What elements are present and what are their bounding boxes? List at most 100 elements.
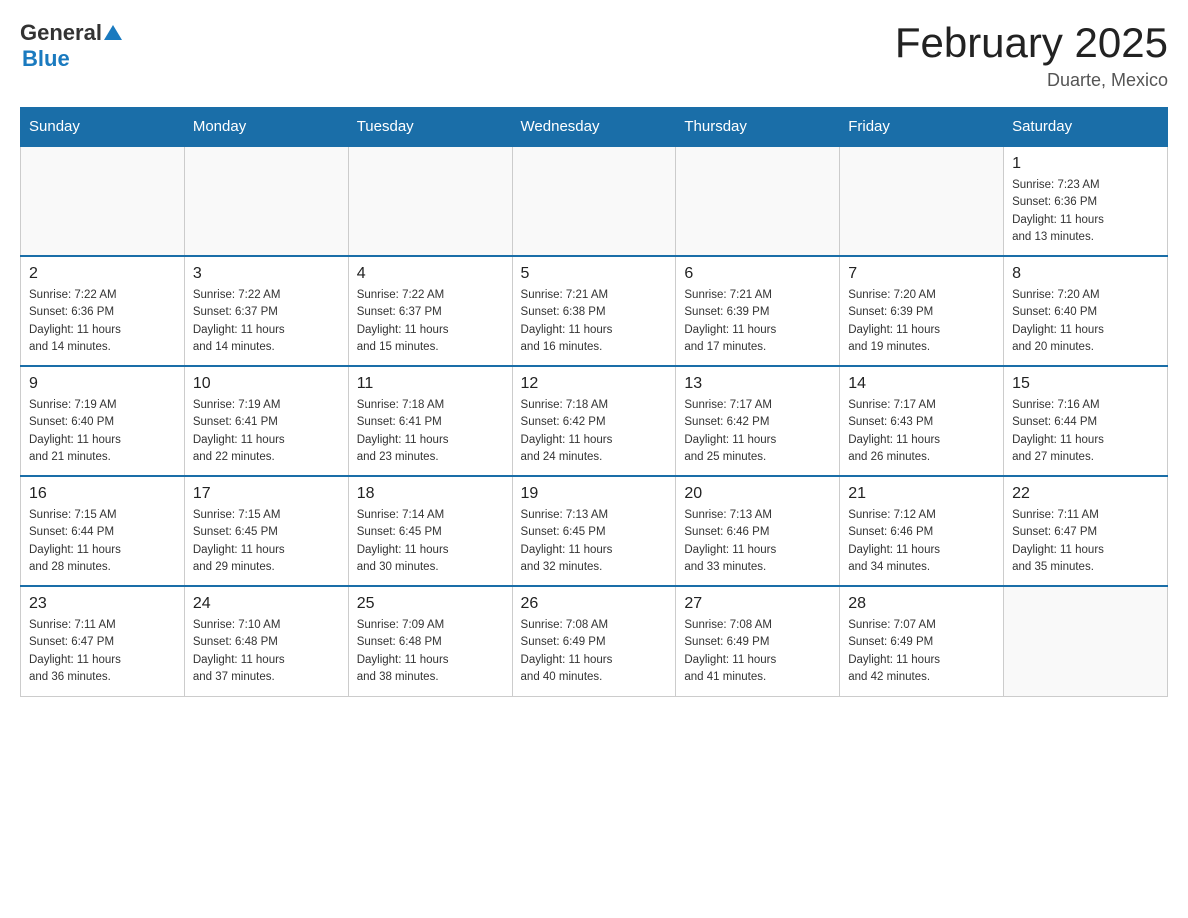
month-title: February 2025: [895, 20, 1168, 66]
calendar-cell: 8 Sunrise: 7:20 AM Sunset: 6:40 PM Daylig…: [1004, 256, 1168, 366]
day-number: 15: [1012, 375, 1159, 393]
day-number: 12: [521, 375, 668, 393]
day-number: 10: [193, 375, 340, 393]
day-number: 5: [521, 265, 668, 283]
day-info: Sunrise: 7:19 AM Sunset: 6:41 PM Dayligh…: [193, 397, 340, 466]
days-header-row: SundayMondayTuesdayWednesdayThursdayFrid…: [21, 108, 1168, 147]
day-number: 21: [848, 485, 995, 503]
week-row-5: 23Sunrise: 7:11 AM Sunset: 6:47 PM Dayli…: [21, 586, 1168, 696]
calendar-cell: [348, 146, 512, 256]
logo-blue-text: Blue: [22, 46, 70, 72]
day-number: 13: [684, 375, 831, 393]
day-info: Sunrise: 7:08 AM Sunset: 6:49 PM Dayligh…: [521, 617, 668, 686]
calendar-cell: 22Sunrise: 7:11 AM Sunset: 6:47 PM Dayli…: [1004, 476, 1168, 586]
calendar-cell: 9 Sunrise: 7:19 AM Sunset: 6:40 PM Daylig…: [21, 366, 185, 476]
day-info: Sunrise: 7:22 AM Sunset: 6:37 PM Dayligh…: [193, 287, 340, 356]
day-info: Sunrise: 7:13 AM Sunset: 6:46 PM Dayligh…: [684, 507, 831, 576]
calendar-cell: 26 Sunrise: 7:08 AM Sunset: 6:49 PM Dayli…: [512, 586, 676, 696]
calendar-cell: 4Sunrise: 7:22 AM Sunset: 6:37 PM Daylig…: [348, 256, 512, 366]
calendar-cell: 6Sunrise: 7:21 AM Sunset: 6:39 PM Daylig…: [676, 256, 840, 366]
calendar-cell: 1Sunrise: 7:23 AM Sunset: 6:36 PM Daylig…: [1004, 146, 1168, 256]
day-header-tuesday: Tuesday: [348, 108, 512, 147]
day-header-friday: Friday: [840, 108, 1004, 147]
title-section: February 2025 Duarte, Mexico: [895, 20, 1168, 91]
calendar-cell: 7Sunrise: 7:20 AM Sunset: 6:39 PM Daylig…: [840, 256, 1004, 366]
day-info: Sunrise: 7:15 AM Sunset: 6:44 PM Dayligh…: [29, 507, 176, 576]
day-info: Sunrise: 7:11 AM Sunset: 6:47 PM Dayligh…: [1012, 507, 1159, 576]
calendar-cell: [676, 146, 840, 256]
calendar-cell: 21Sunrise: 7:12 AM Sunset: 6:46 PM Dayli…: [840, 476, 1004, 586]
day-number: 3: [193, 265, 340, 283]
day-info: Sunrise: 7:22 AM Sunset: 6:36 PM Dayligh…: [29, 287, 176, 356]
calendar-table: SundayMondayTuesdayWednesdayThursdayFrid…: [20, 107, 1168, 697]
day-info: Sunrise: 7:16 AM Sunset: 6:44 PM Dayligh…: [1012, 397, 1159, 466]
calendar-cell: 17Sunrise: 7:15 AM Sunset: 6:45 PM Dayli…: [184, 476, 348, 586]
day-header-saturday: Saturday: [1004, 108, 1168, 147]
day-info: Sunrise: 7:11 AM Sunset: 6:47 PM Dayligh…: [29, 617, 176, 686]
day-number: 14: [848, 375, 995, 393]
calendar-cell: 28 Sunrise: 7:07 AM Sunset: 6:49 PM Dayli…: [840, 586, 1004, 696]
week-row-2: 2 Sunrise: 7:22 AM Sunset: 6:36 PM Daylig…: [21, 256, 1168, 366]
calendar-cell: 20 Sunrise: 7:13 AM Sunset: 6:46 PM Dayli…: [676, 476, 840, 586]
calendar-cell: 27 Sunrise: 7:08 AM Sunset: 6:49 PM Dayli…: [676, 586, 840, 696]
day-info: Sunrise: 7:19 AM Sunset: 6:40 PM Dayligh…: [29, 397, 176, 466]
day-header-monday: Monday: [184, 108, 348, 147]
day-info: Sunrise: 7:10 AM Sunset: 6:48 PM Dayligh…: [193, 617, 340, 686]
day-info: Sunrise: 7:15 AM Sunset: 6:45 PM Dayligh…: [193, 507, 340, 576]
day-number: 8: [1012, 265, 1159, 283]
calendar-cell: [1004, 586, 1168, 696]
calendar-cell: 18 Sunrise: 7:14 AM Sunset: 6:45 PM Dayli…: [348, 476, 512, 586]
day-info: Sunrise: 7:20 AM Sunset: 6:40 PM Dayligh…: [1012, 287, 1159, 356]
calendar-cell: [512, 146, 676, 256]
day-number: 6: [684, 265, 831, 283]
week-row-1: 1Sunrise: 7:23 AM Sunset: 6:36 PM Daylig…: [21, 146, 1168, 256]
day-info: Sunrise: 7:07 AM Sunset: 6:49 PM Dayligh…: [848, 617, 995, 686]
day-number: 28: [848, 595, 995, 613]
day-number: 20: [684, 485, 831, 503]
calendar-cell: 11Sunrise: 7:18 AM Sunset: 6:41 PM Dayli…: [348, 366, 512, 476]
day-number: 16: [29, 485, 176, 503]
logo-general-text: General: [20, 20, 102, 46]
calendar-cell: 14 Sunrise: 7:17 AM Sunset: 6:43 PM Dayli…: [840, 366, 1004, 476]
calendar-cell: 2 Sunrise: 7:22 AM Sunset: 6:36 PM Daylig…: [21, 256, 185, 366]
day-info: Sunrise: 7:13 AM Sunset: 6:45 PM Dayligh…: [521, 507, 668, 576]
day-info: Sunrise: 7:17 AM Sunset: 6:42 PM Dayligh…: [684, 397, 831, 466]
week-row-4: 16 Sunrise: 7:15 AM Sunset: 6:44 PM Dayli…: [21, 476, 1168, 586]
calendar-cell: [840, 146, 1004, 256]
day-info: Sunrise: 7:17 AM Sunset: 6:43 PM Dayligh…: [848, 397, 995, 466]
day-number: 2: [29, 265, 176, 283]
day-header-wednesday: Wednesday: [512, 108, 676, 147]
day-number: 18: [357, 485, 504, 503]
day-number: 19: [521, 485, 668, 503]
day-info: Sunrise: 7:21 AM Sunset: 6:38 PM Dayligh…: [521, 287, 668, 356]
logo: General Blue: [20, 20, 124, 72]
calendar-cell: 3 Sunrise: 7:22 AM Sunset: 6:37 PM Daylig…: [184, 256, 348, 366]
day-number: 4: [357, 265, 504, 283]
day-header-sunday: Sunday: [21, 108, 185, 147]
calendar-cell: 25 Sunrise: 7:09 AM Sunset: 6:48 PM Dayli…: [348, 586, 512, 696]
calendar-cell: 19 Sunrise: 7:13 AM Sunset: 6:45 PM Dayli…: [512, 476, 676, 586]
day-info: Sunrise: 7:20 AM Sunset: 6:39 PM Dayligh…: [848, 287, 995, 356]
day-number: 26: [521, 595, 668, 613]
day-info: Sunrise: 7:09 AM Sunset: 6:48 PM Dayligh…: [357, 617, 504, 686]
day-info: Sunrise: 7:08 AM Sunset: 6:49 PM Dayligh…: [684, 617, 831, 686]
calendar-cell: 5 Sunrise: 7:21 AM Sunset: 6:38 PM Daylig…: [512, 256, 676, 366]
day-number: 24: [193, 595, 340, 613]
calendar-cell: [21, 146, 185, 256]
calendar-cell: 12 Sunrise: 7:18 AM Sunset: 6:42 PM Dayli…: [512, 366, 676, 476]
calendar-cell: [184, 146, 348, 256]
day-info: Sunrise: 7:14 AM Sunset: 6:45 PM Dayligh…: [357, 507, 504, 576]
week-row-3: 9 Sunrise: 7:19 AM Sunset: 6:40 PM Daylig…: [21, 366, 1168, 476]
logo-triangle-icon: [102, 22, 124, 44]
day-header-thursday: Thursday: [676, 108, 840, 147]
calendar-cell: 16 Sunrise: 7:15 AM Sunset: 6:44 PM Dayli…: [21, 476, 185, 586]
calendar-cell: 15 Sunrise: 7:16 AM Sunset: 6:44 PM Dayli…: [1004, 366, 1168, 476]
day-number: 27: [684, 595, 831, 613]
day-number: 1: [1012, 155, 1159, 173]
calendar-cell: 10 Sunrise: 7:19 AM Sunset: 6:41 PM Dayli…: [184, 366, 348, 476]
day-number: 25: [357, 595, 504, 613]
day-info: Sunrise: 7:18 AM Sunset: 6:42 PM Dayligh…: [521, 397, 668, 466]
page-header: General Blue February 2025 Duarte, Mexic…: [20, 20, 1168, 91]
day-number: 9: [29, 375, 176, 393]
location-text: Duarte, Mexico: [895, 70, 1168, 91]
